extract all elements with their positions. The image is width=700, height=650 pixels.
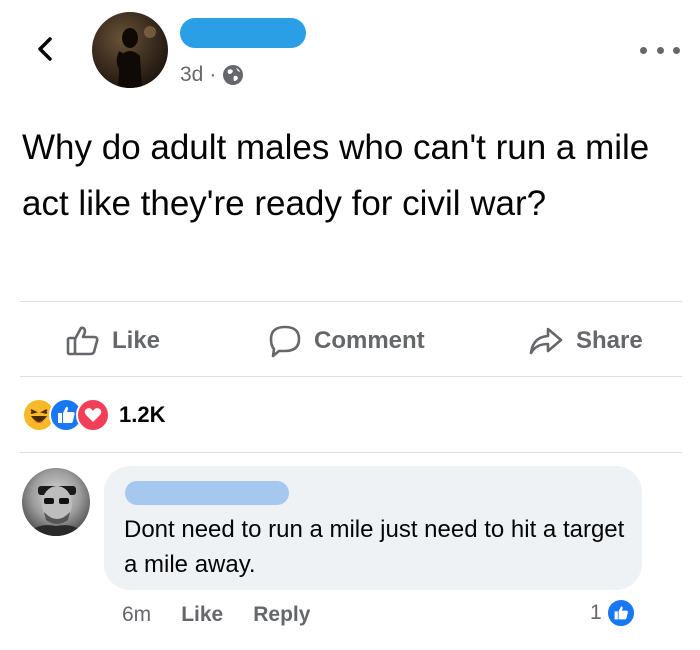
share-arrow-icon [529, 327, 563, 355]
comment-meta: 6m Like Reply [122, 600, 340, 630]
like-label: Like [112, 327, 161, 354]
comment-reply-button[interactable]: Reply [253, 603, 310, 627]
more-options-button[interactable] [640, 40, 680, 60]
divider [20, 376, 682, 377]
author-avatar[interactable] [92, 12, 168, 88]
post-text: Why do adult males who can't run a mile … [22, 128, 650, 223]
comment-button[interactable]: Comment [268, 322, 425, 360]
like-button[interactable]: Like [66, 322, 160, 360]
like-reaction-icon [605, 598, 636, 628]
meta-separator: · [209, 63, 217, 86]
dot [656, 46, 664, 54]
commenter-avatar[interactable] [22, 468, 90, 536]
comment-icon [269, 325, 301, 358]
author-silhouette [116, 26, 156, 88]
dot [673, 46, 680, 54]
globe-icon [223, 65, 244, 85]
share-button[interactable]: Share [528, 322, 643, 360]
comment-like-count[interactable]: 1 [590, 598, 636, 628]
commenter-photo [26, 486, 86, 536]
divider [20, 301, 682, 302]
author-name-redacted[interactable] [180, 18, 306, 48]
post-meta: 3d · [180, 62, 244, 88]
reactions-summary[interactable]: 1.2K [22, 398, 165, 432]
comment-like-number: 1 [590, 601, 602, 624]
chevron-left-icon [38, 37, 52, 61]
comment-time[interactable]: 6m [122, 603, 151, 627]
divider [20, 452, 682, 453]
love-reaction-icon [76, 398, 110, 432]
thumbs-up-icon [66, 326, 99, 356]
commenter-name-redacted[interactable] [125, 481, 289, 505]
comment-like-button[interactable]: Like [181, 603, 223, 627]
share-label: Share [576, 327, 643, 354]
back-button[interactable] [30, 34, 60, 64]
reaction-count[interactable]: 1.2K [119, 402, 165, 428]
post-time[interactable]: 3d [180, 63, 203, 87]
comment-text: Dont need to run a mile just need to hit… [124, 516, 625, 578]
comment-label: Comment [314, 327, 425, 354]
dot [640, 46, 647, 54]
